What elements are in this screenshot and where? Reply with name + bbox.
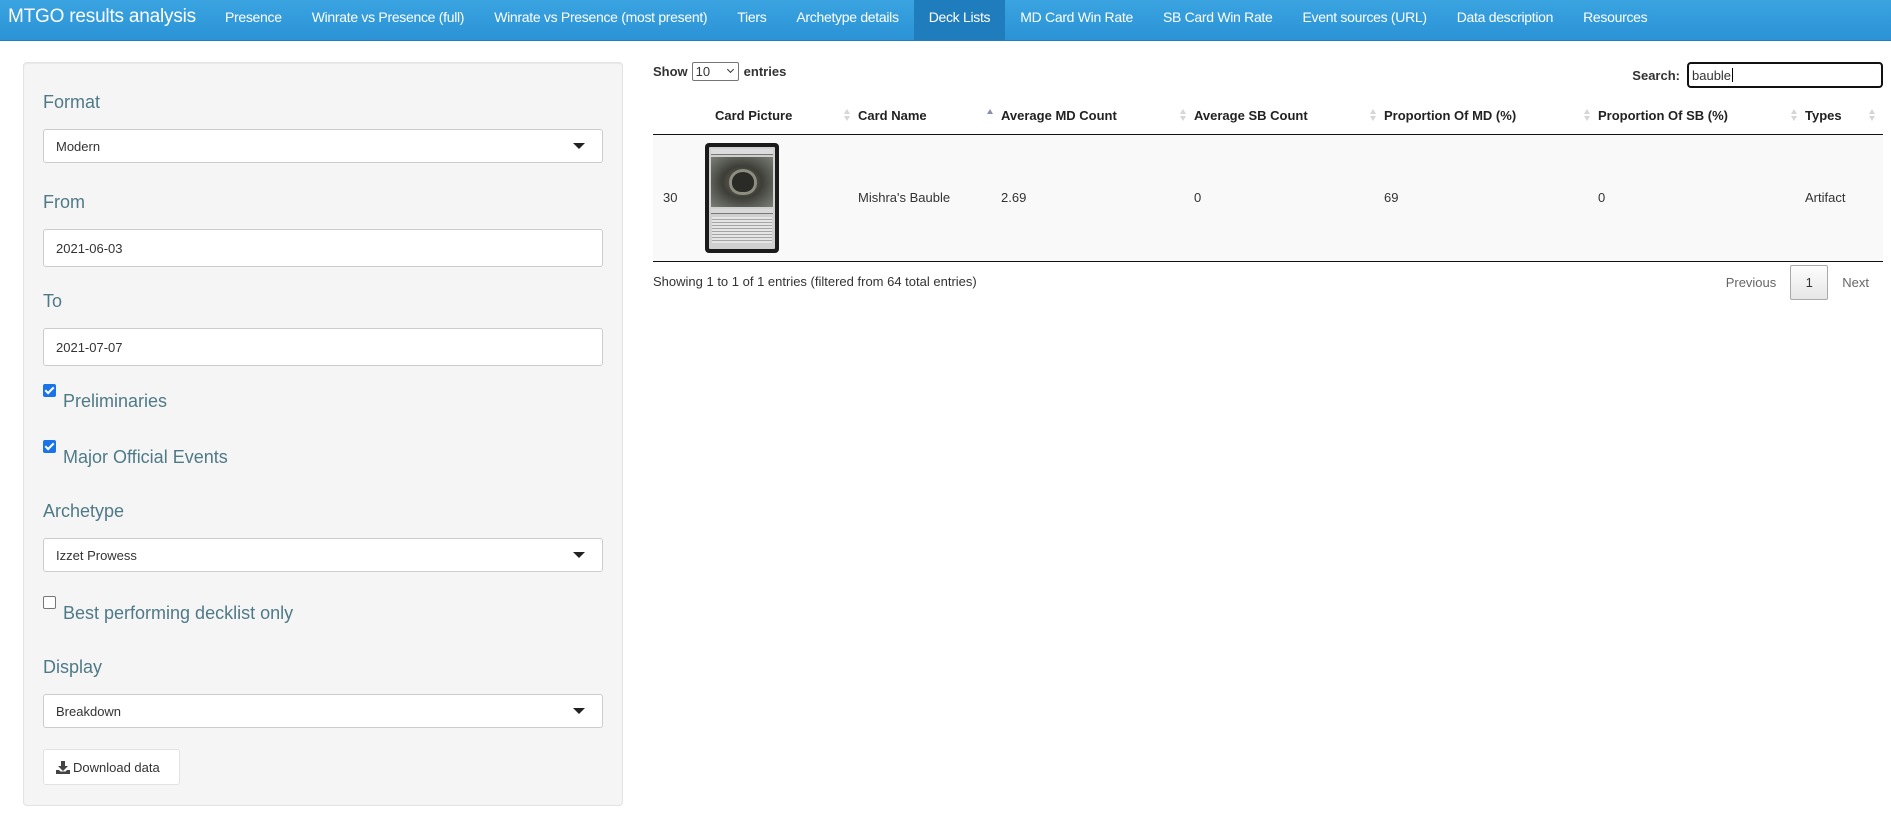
card-breakdown-table: Card Picture Card Name Average MD Count … [653,98,1883,262]
column-header-average-md-count[interactable]: Average MD Count [1001,98,1194,135]
major-events-checkbox[interactable] [43,440,56,453]
nav-tab-sb-card-win-rate[interactable]: SB Card Win Rate [1148,0,1288,33]
column-header-label: Average SB Count [1194,108,1308,124]
text-cursor [1732,68,1734,82]
nav-tab-deck-lists[interactable]: Deck Lists [913,0,1006,41]
best-decklist-checkbox[interactable] [43,596,56,609]
sort-icon [1869,109,1875,123]
best-decklist-label: Best performing decklist only [63,603,294,623]
table-info: Showing 1 to 1 of 1 entries (filtered fr… [653,274,977,289]
from-label: From [43,192,85,212]
display-select-value: Breakdown [56,703,122,719]
filter-sidebar: Format Modern From 2021-06-03 To 2021-07… [23,62,623,806]
top-navbar: MTGO results analysis Presence Winrate v… [0,0,1891,41]
card-image[interactable] [705,142,779,253]
column-header-label: Proportion Of MD (%) [1384,108,1517,124]
pagination: Previous 1 Next [1712,265,1883,300]
chevron-down-icon [573,143,585,149]
table-row: 30 Mishra's Bauble 2.69 0 69 0 Artifact [653,134,1883,262]
sort-icon [1180,109,1186,123]
format-label: Format [43,92,101,112]
sort-ascending-icon [987,109,993,123]
nav-tab-winrate-most-present[interactable]: Winrate vs Presence (most present) [479,0,722,33]
column-header-label: Types [1805,108,1842,124]
prop-md-cell: 69 [1384,134,1598,262]
search-input-value: bauble [1692,67,1732,83]
types-cell: Artifact [1805,134,1883,262]
nav-tab-resources[interactable]: Resources [1568,0,1662,33]
previous-page-button[interactable]: Previous [1712,275,1791,290]
chevron-down-icon [573,552,585,558]
avg-md-count-cell: 2.69 [1001,134,1194,262]
preliminaries-option[interactable]: Preliminaries [43,384,167,412]
show-label: Show [653,64,688,79]
nav-tab-data-description[interactable]: Data description [1442,0,1568,33]
card-name-cell: Mishra's Bauble [858,134,1001,262]
column-header-average-sb-count[interactable]: Average SB Count [1194,98,1384,135]
best-decklist-option[interactable]: Best performing decklist only [43,596,293,624]
format-select-value: Modern [56,138,101,154]
from-date-input[interactable]: 2021-06-03 [43,229,603,267]
major-events-option[interactable]: Major Official Events [43,440,228,468]
search-label: Search: [1632,67,1680,83]
column-header-card-picture[interactable]: Card Picture [715,98,858,135]
display-select[interactable]: Breakdown [43,694,603,728]
app-brand[interactable]: MTGO results analysis [0,0,210,33]
card-picture-cell [705,134,858,262]
archetype-select[interactable]: Izzet Prowess [43,538,603,572]
to-label: To [43,291,63,311]
avg-sb-count-cell: 0 [1194,134,1384,262]
sort-icon [1791,109,1797,123]
column-header-label: Proportion Of SB (%) [1598,108,1728,124]
archetype-label: Archetype [43,501,125,521]
table-search-control: Search: bauble [1632,62,1883,88]
sort-icon [1584,109,1590,123]
format-select[interactable]: Modern [43,129,603,163]
column-header-card-name[interactable]: Card Name [858,98,1001,135]
preliminaries-checkbox[interactable] [43,384,56,397]
nav-tab-archetype-details[interactable]: Archetype details [781,0,913,33]
column-header-types[interactable]: Types [1805,98,1883,135]
page-1-button[interactable]: 1 [1790,265,1829,300]
to-date-input[interactable]: 2021-07-07 [43,328,603,366]
prop-sb-cell: 0 [1598,134,1805,262]
column-header-proportion-md[interactable]: Proportion Of MD (%) [1384,98,1598,135]
preliminaries-label: Preliminaries [63,391,168,411]
download-data-label: Download data [73,759,160,775]
nav-tab-presence[interactable]: Presence [210,0,297,33]
chevron-down-icon [726,65,734,74]
table-header-row: Card Picture Card Name Average MD Count … [653,98,1883,135]
archetype-select-value: Izzet Prowess [56,547,137,563]
page-length-value: 10 [695,64,711,79]
column-header-index [653,98,715,135]
download-data-button[interactable]: Download data [43,749,180,785]
nav-tab-winrate-full[interactable]: Winrate vs Presence (full) [297,0,479,33]
chevron-down-icon [573,708,585,714]
column-header-label: Card Name [858,108,927,124]
sort-icon [844,109,850,123]
nav-tab-event-sources[interactable]: Event sources (URL) [1288,0,1442,33]
page-length-control: Show 10 entries [653,62,786,81]
sort-icon [1370,109,1376,123]
page-length-select[interactable]: 10 [691,62,739,81]
display-label: Display [43,657,103,677]
nav-tab-md-card-win-rate[interactable]: MD Card Win Rate [1005,0,1148,33]
column-header-label: Average MD Count [1001,108,1117,124]
major-events-label: Major Official Events [63,447,228,467]
next-page-button[interactable]: Next [1828,275,1883,290]
column-header-proportion-sb[interactable]: Proportion Of SB (%) [1598,98,1805,135]
column-header-label: Card Picture [715,108,793,124]
nav-tab-tiers[interactable]: Tiers [722,0,781,33]
search-input[interactable]: bauble [1687,62,1883,88]
entries-label: entries [743,64,787,79]
download-icon [56,760,70,774]
